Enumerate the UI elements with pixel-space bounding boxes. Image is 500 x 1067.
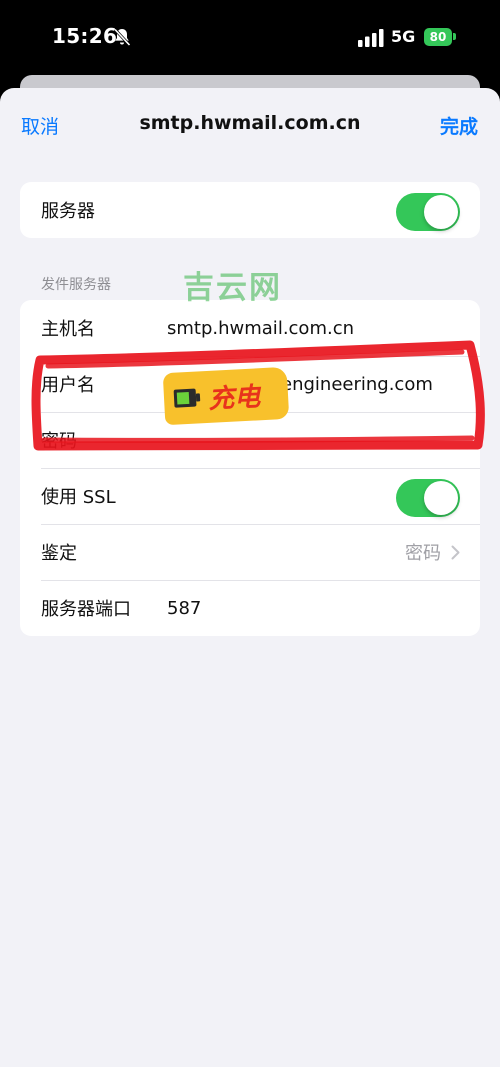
- status-time: 15:26: [52, 24, 118, 48]
- server-group: 服务器: [20, 182, 480, 238]
- server-row: 服务器: [20, 182, 480, 238]
- bell-muted-icon: [113, 28, 131, 47]
- host-label: 主机名: [41, 319, 95, 340]
- port-row[interactable]: 服务器端口 587: [20, 580, 480, 636]
- battery-level: 80: [429, 30, 447, 44]
- section-header: 发件服务器: [41, 277, 111, 293]
- host-row[interactable]: 主机名 smtp.hwmail.com.cn: [20, 300, 480, 356]
- toggle-knob: [424, 195, 458, 229]
- toggle-knob: [424, 481, 458, 515]
- done-button[interactable]: 完成: [440, 112, 478, 139]
- watermark-logo: 吉云网: [183, 270, 282, 306]
- battery-icon: 80: [424, 28, 452, 46]
- username-value: engineering.com: [281, 374, 433, 395]
- auth-disclosure: 密码: [405, 539, 460, 565]
- sticker-text: 充电: [207, 381, 261, 415]
- battery-tip: [453, 33, 456, 40]
- port-value: 587: [167, 597, 202, 619]
- ssl-row: 使用 SSL: [20, 468, 480, 524]
- username-label: 用户名: [41, 375, 95, 396]
- status-bar: 15:26 5G 80: [0, 0, 500, 75]
- host-value: smtp.hwmail.com.cn: [167, 317, 355, 339]
- ssl-toggle[interactable]: [396, 479, 460, 517]
- port-label: 服务器端口: [41, 599, 131, 620]
- page-title: smtp.hwmail.com.cn: [139, 112, 361, 134]
- server-toggle[interactable]: [396, 193, 460, 231]
- redaction-sticker: 充电: [162, 366, 290, 426]
- network-type: 5G: [391, 27, 416, 46]
- battery-charge-icon: [173, 388, 201, 408]
- auth-row[interactable]: 鉴定 密码: [20, 524, 480, 580]
- auth-label: 鉴定: [41, 543, 77, 564]
- auth-value: 密码: [405, 543, 441, 564]
- password-label: 密码: [41, 431, 77, 452]
- outgoing-server-group: 主机名 smtp.hwmail.com.cn 用户名 密码 使用 SSL 鉴定 …: [20, 300, 480, 636]
- chevron-right-icon: [451, 545, 460, 559]
- signal-icon: [358, 29, 384, 47]
- server-label: 服务器: [41, 201, 95, 222]
- ssl-label: 使用 SSL: [41, 487, 116, 508]
